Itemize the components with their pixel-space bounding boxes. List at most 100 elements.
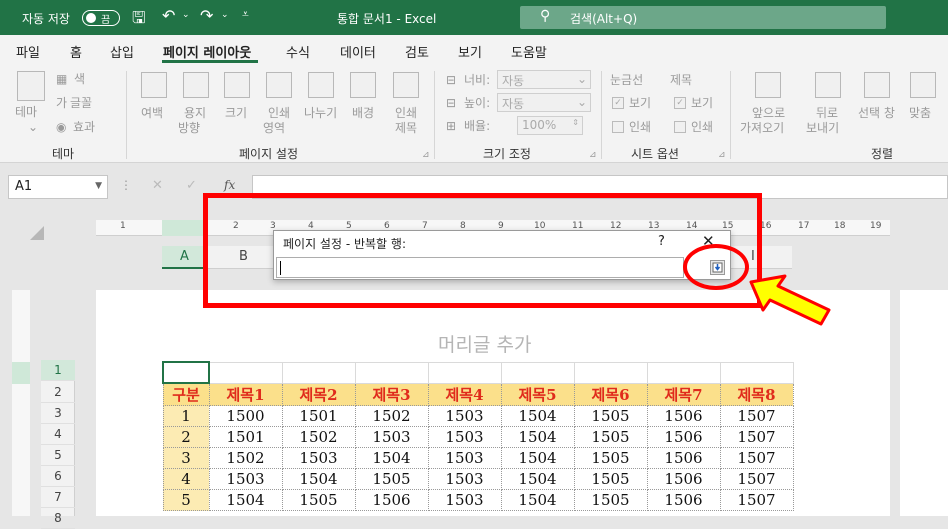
customize-qat-icon[interactable]: ⩡: [242, 7, 249, 22]
tab-file[interactable]: 파일: [16, 42, 40, 61]
cell[interactable]: 1504: [500, 489, 575, 511]
header-cell[interactable]: 제목4: [427, 382, 502, 406]
tab-page-layout[interactable]: 페이지 레이아웃: [163, 42, 251, 61]
tab-home[interactable]: 홈: [70, 42, 82, 61]
row-header[interactable]: 7: [41, 487, 75, 508]
cell[interactable]: [573, 361, 648, 384]
cell[interactable]: [500, 361, 575, 384]
cell[interactable]: 1506: [646, 447, 721, 469]
headings-view-checkbox[interactable]: ✓: [674, 97, 686, 109]
cell[interactable]: 4: [162, 468, 210, 490]
cell[interactable]: 1504: [500, 405, 575, 427]
undo-icon[interactable]: ↶: [162, 6, 175, 25]
cell[interactable]: [354, 361, 429, 384]
bring-forward-button[interactable]: 앞으로: [752, 106, 785, 121]
cell[interactable]: 1505: [354, 468, 429, 490]
headings-print-checkbox[interactable]: [674, 121, 686, 133]
column-header-a[interactable]: A: [180, 249, 189, 264]
row-header[interactable]: 5: [41, 445, 75, 466]
background-button[interactable]: 배경: [352, 106, 374, 121]
tab-help[interactable]: 도움말: [511, 42, 547, 61]
scale-spinner-arrows[interactable]: ⇕: [572, 118, 579, 127]
cell[interactable]: 1500: [208, 405, 283, 427]
fonts-button[interactable]: 글꼴: [70, 96, 92, 111]
header-cell[interactable]: 제목2: [281, 382, 356, 406]
send-backward-button[interactable]: 뒤로: [816, 106, 838, 121]
tab-review[interactable]: 검토: [405, 42, 429, 61]
redo-icon[interactable]: ↷: [200, 6, 213, 25]
select-all-button[interactable]: [30, 226, 44, 240]
cell[interactable]: 1505: [573, 468, 648, 490]
effects-button[interactable]: 효과: [73, 120, 95, 135]
tab-insert[interactable]: 삽입: [110, 42, 134, 61]
gridlines-print-checkbox[interactable]: [612, 121, 624, 133]
colors-button[interactable]: 색: [74, 72, 85, 87]
cell[interactable]: 1: [162, 405, 210, 427]
row-header[interactable]: 8: [41, 508, 75, 529]
cell[interactable]: [646, 361, 721, 384]
cell[interactable]: 1503: [427, 405, 502, 427]
cell[interactable]: 1507: [719, 447, 794, 469]
scale-spinner[interactable]: 100% ⇕: [517, 116, 583, 135]
cell[interactable]: 1506: [354, 489, 429, 511]
print-titles-button[interactable]: 인쇄: [395, 106, 417, 121]
cell[interactable]: 1502: [208, 447, 283, 469]
scale-launcher-icon[interactable]: ⊿: [589, 148, 597, 163]
cell[interactable]: 1504: [500, 468, 575, 490]
header-cell[interactable]: 제목6: [573, 382, 648, 406]
print-area-button[interactable]: 인쇄: [268, 106, 290, 121]
align-button[interactable]: 맞춤: [909, 106, 931, 121]
insert-function-icon[interactable]: fx: [224, 178, 235, 192]
autosave-toggle[interactable]: 끔: [82, 10, 120, 26]
cell[interactable]: 1503: [427, 468, 502, 490]
cell[interactable]: 1506: [646, 468, 721, 490]
save-icon[interactable]: 🖫: [132, 7, 146, 34]
row-header[interactable]: 6: [41, 466, 75, 487]
gridlines-view-checkbox[interactable]: ✓: [612, 97, 624, 109]
cell[interactable]: 3: [162, 447, 210, 469]
cell[interactable]: 1503: [427, 447, 502, 469]
header-cell[interactable]: 제목3: [354, 382, 429, 406]
tab-data[interactable]: 데이터: [340, 42, 376, 61]
row-header[interactable]: 1: [41, 360, 75, 381]
tab-formulas[interactable]: 수식: [286, 42, 310, 61]
cell[interactable]: 1504: [354, 447, 429, 469]
name-box-dropdown-icon[interactable]: ▼: [95, 181, 102, 191]
cell[interactable]: 1507: [719, 489, 794, 511]
cell[interactable]: 1505: [573, 447, 648, 469]
search-box[interactable]: ⚲ 검색(Alt+Q): [520, 6, 886, 29]
cell[interactable]: 1503: [208, 468, 283, 490]
cell[interactable]: [427, 361, 502, 384]
height-select[interactable]: 자동 ⌄: [497, 93, 591, 112]
breaks-button[interactable]: 나누기: [304, 106, 337, 121]
undo-dropdown-icon[interactable]: ⌄: [182, 10, 190, 20]
cell[interactable]: 1503: [281, 447, 356, 469]
cell[interactable]: 2: [162, 426, 210, 448]
cell[interactable]: 1506: [646, 426, 721, 448]
cancel-icon[interactable]: ✕: [152, 178, 163, 193]
cell[interactable]: 1503: [427, 426, 502, 448]
cell[interactable]: 1505: [573, 489, 648, 511]
name-box[interactable]: A1 ▼: [8, 175, 108, 199]
selection-pane-button[interactable]: 선택 창: [858, 106, 895, 121]
row-header[interactable]: 4: [41, 424, 75, 445]
header-cell[interactable]: 제목5: [500, 382, 575, 406]
header-cell[interactable]: 제목7: [646, 382, 721, 406]
tab-view[interactable]: 보기: [458, 42, 482, 61]
redo-dropdown-icon[interactable]: ⌄: [221, 10, 229, 20]
header-cell[interactable]: 제목8: [719, 382, 794, 406]
row-header[interactable]: 2: [41, 382, 75, 403]
row-header[interactable]: 3: [41, 403, 75, 424]
cell[interactable]: 1507: [719, 405, 794, 427]
cell[interactable]: 1507: [719, 468, 794, 490]
cell[interactable]: 1506: [646, 489, 721, 511]
cell[interactable]: 1503: [427, 489, 502, 511]
cell[interactable]: [208, 361, 283, 384]
cell[interactable]: 1504: [208, 489, 283, 511]
cell[interactable]: 1507: [719, 426, 794, 448]
cell[interactable]: 5: [162, 489, 210, 511]
size-button[interactable]: 크기: [225, 106, 247, 121]
cell[interactable]: 1503: [354, 426, 429, 448]
orientation-button[interactable]: 용지: [184, 106, 206, 121]
cell-a1-selected[interactable]: [162, 361, 210, 384]
